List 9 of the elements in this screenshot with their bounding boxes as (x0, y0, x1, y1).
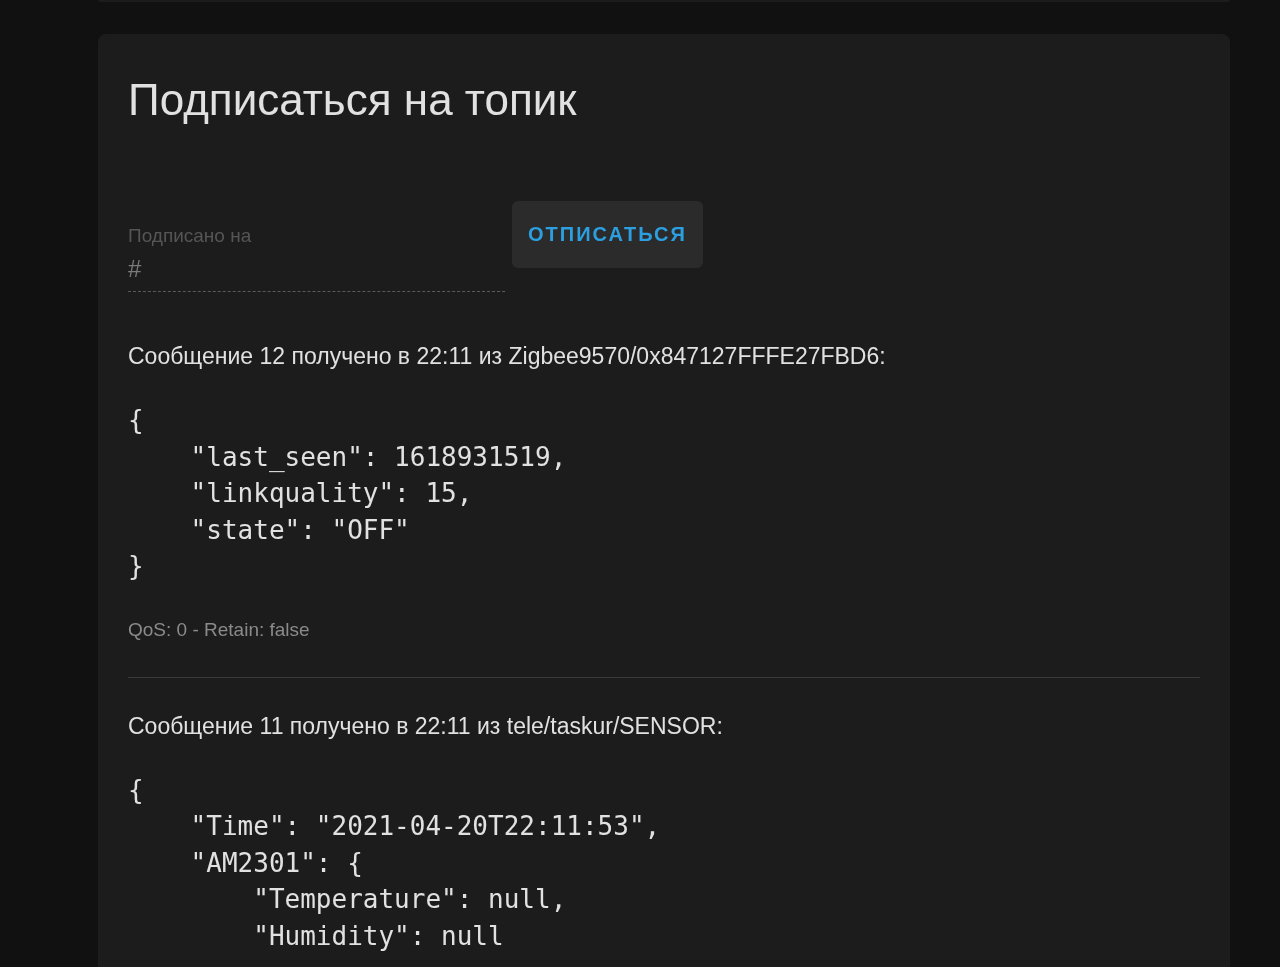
message-payload: { "last_seen": 1618931519, "linkquality": 15, "state": "OFF" } (128, 404, 568, 583)
card-title: Подписаться на топик (128, 74, 578, 126)
message-meta: QoS: 0 - Retain: false (128, 618, 311, 641)
unsubscribe-button[interactable]: ОТПИСАТЬСЯ (512, 201, 703, 268)
topic-field[interactable]: # (128, 247, 505, 292)
field-label: Подписано на (128, 225, 253, 247)
message-payload: { "Time": "2021-04-20T22:11:53", "AM2301": { "Temperature": null, "Humidity": null (128, 773, 662, 953)
message-header: Сообщение 12 получено в 22:11 из Zigbee9570/0x847127FFFE27FBD6: (128, 342, 887, 370)
message-header: Сообщение 11 получено в 22:11 из tele/taskur/SENSOR: (128, 711, 724, 740)
